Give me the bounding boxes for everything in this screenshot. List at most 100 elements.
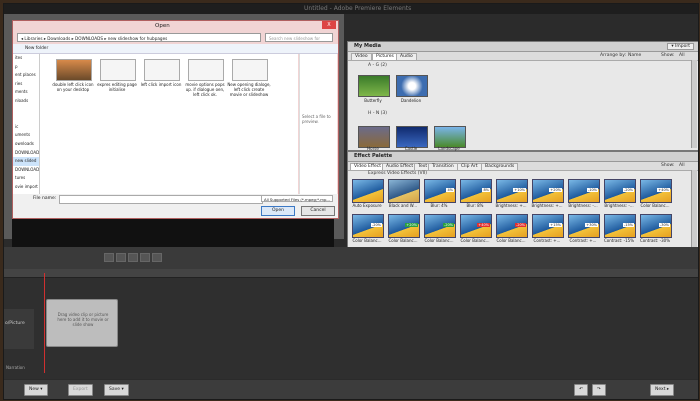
show-select[interactable]: All (679, 53, 685, 58)
nav-item[interactable]: ic (13, 123, 39, 132)
effect-brightness-plus-10[interactable]: +10% (496, 179, 528, 203)
nav-item[interactable]: p (13, 63, 39, 72)
file-label[interactable]: expres editing page initialise (95, 82, 139, 92)
effects-scrollbar[interactable] (691, 170, 697, 254)
playhead[interactable] (44, 273, 45, 373)
nav-item[interactable]: tures (13, 174, 39, 183)
tab-backgrounds[interactable]: Backgrounds (481, 163, 519, 170)
thumb-castle[interactable] (396, 126, 428, 148)
next-button[interactable]: Next ▸ (650, 384, 675, 396)
my-media-title: My Media (354, 43, 382, 49)
file-thumb[interactable] (232, 59, 268, 81)
file-thumb[interactable] (144, 59, 180, 81)
effect-brightness-minus-20[interactable]: -20% (604, 179, 636, 203)
effect-blur-8[interactable]: 8% (460, 179, 492, 203)
address-bar[interactable]: ◂ Libraries ▸ Downloads ▸ DOWNLOADS ▸ ne… (17, 33, 261, 42)
cancel-button[interactable]: Cancel (301, 206, 335, 216)
file-thumb[interactable] (56, 59, 92, 81)
import-button[interactable]: ▾ Import (667, 43, 694, 50)
nav-item[interactable]: uments (13, 131, 39, 140)
forward-button[interactable] (140, 253, 150, 262)
save-button[interactable]: Save ▾ (104, 384, 129, 396)
close-button[interactable]: X (322, 21, 336, 29)
file-label[interactable]: movie options pops up. if dialogue oen, … (183, 82, 227, 97)
filename-input[interactable] (59, 195, 263, 204)
nav-item[interactable]: DOWNLOAD (13, 149, 39, 158)
nav-item[interactable]: ites (13, 54, 39, 63)
effect-badge: -20% (370, 223, 382, 227)
effect-label: Color Balanc... (424, 238, 454, 243)
tab-audio-effect[interactable]: Audio Effect (382, 163, 418, 170)
search-input[interactable]: Search new slideshow for hub... (265, 33, 333, 50)
dialog-titlebar: Open X (13, 21, 338, 31)
file-thumb[interactable] (100, 59, 136, 81)
arrange-by-select[interactable]: Name (628, 53, 641, 58)
nav-item[interactable]: ownloads (13, 140, 39, 149)
effect-badge: +40% (477, 223, 490, 227)
effect-badge: +20% (405, 223, 418, 227)
filetype-select[interactable]: All Supported Files (*.mpeg;*.mp... (261, 195, 333, 202)
nav-item[interactable]: ries (13, 80, 39, 89)
effect-contrast-plus-30[interactable]: +30% (568, 214, 600, 238)
tab-audio[interactable]: Audio (396, 53, 417, 60)
tab-clip-art[interactable]: Clip Art (457, 163, 482, 170)
timeline-ruler[interactable] (4, 269, 698, 278)
effect-badge: -20% (442, 223, 454, 227)
play-button[interactable] (128, 253, 138, 262)
prev-frame-button[interactable] (104, 253, 114, 262)
effect-black-white[interactable] (388, 179, 420, 203)
effect-color-balance-6[interactable]: -20% (496, 214, 528, 238)
undo-button[interactable]: ↶ (574, 384, 588, 396)
nav-item[interactable]: ments (13, 88, 39, 97)
nav-item[interactable]: ovie import (13, 183, 39, 192)
effect-brightness-minus-10[interactable]: -10% (568, 179, 600, 203)
dialog-title: Open (155, 23, 170, 29)
next-frame-button[interactable] (152, 253, 162, 262)
nav-item[interactable]: nloads (13, 97, 39, 106)
nav-item[interactable]: DOWNLOAD (13, 166, 39, 175)
effect-label: Color Balanc... (640, 203, 670, 208)
tab-video[interactable]: Video (351, 53, 372, 60)
media-scrollbar[interactable] (691, 60, 697, 148)
effect-badge: -20% (622, 188, 634, 192)
file-label[interactable]: double left click icon on your desktop (51, 82, 95, 92)
nav-item-selected[interactable]: new slided (13, 157, 39, 166)
effect-brightness-plus-20[interactable]: +20% (532, 179, 564, 203)
clip-drop-zone[interactable]: Drag video clip or picture here to add i… (46, 299, 118, 347)
new-folder-button[interactable]: New folder (25, 46, 48, 51)
tab-transition[interactable]: Transition (428, 163, 458, 170)
preview-hint: Select a file to preview. (302, 114, 331, 124)
effect-color-balance-2[interactable]: -20% (352, 214, 384, 238)
effect-label: Color Balanc... (496, 238, 526, 243)
effect-badge: -20% (514, 223, 526, 227)
thumb-butterfly[interactable] (358, 75, 390, 97)
tab-pictures[interactable]: Pictures (372, 53, 398, 60)
nav-item[interactable]: ent places (13, 71, 39, 80)
thumb-landscape[interactable] (434, 126, 466, 148)
effect-auto-exposure[interactable] (352, 179, 384, 203)
nav-item[interactable] (13, 114, 39, 123)
effect-label: Color Balanc... (460, 238, 490, 243)
new-button[interactable]: New ▾ (24, 384, 48, 396)
effect-contrast-minus-30[interactable]: -30% (640, 214, 672, 238)
redo-button[interactable]: ↷ (592, 384, 606, 396)
effects-show-select[interactable]: All (679, 163, 685, 168)
effect-color-balance-1[interactable]: +40% (640, 179, 672, 203)
file-thumb[interactable] (188, 59, 224, 81)
effect-contrast-minus-15[interactable]: -15% (604, 214, 636, 238)
file-label[interactable]: New opening dialoge, left click create m… (227, 82, 271, 97)
tab-video-effect[interactable]: Video Effect (350, 163, 385, 170)
thumb-dandelion[interactable] (396, 75, 428, 97)
effect-contrast-plus-15[interactable]: +15% (532, 214, 564, 238)
rewind-button[interactable] (116, 253, 126, 262)
export-button[interactable]: Export (68, 384, 93, 396)
effect-color-balance-3[interactable]: +20% (388, 214, 420, 238)
nav-item[interactable] (13, 106, 39, 115)
effect-color-balance-5[interactable]: +40% (460, 214, 492, 238)
thumb-horse[interactable] (358, 126, 390, 148)
effect-badge: +10% (513, 188, 526, 192)
open-button[interactable]: Open (261, 206, 295, 216)
effect-blur-4[interactable]: 4% (424, 179, 456, 203)
effect-color-balance-4[interactable]: -20% (424, 214, 456, 238)
file-label[interactable]: left click import icon (139, 82, 183, 87)
